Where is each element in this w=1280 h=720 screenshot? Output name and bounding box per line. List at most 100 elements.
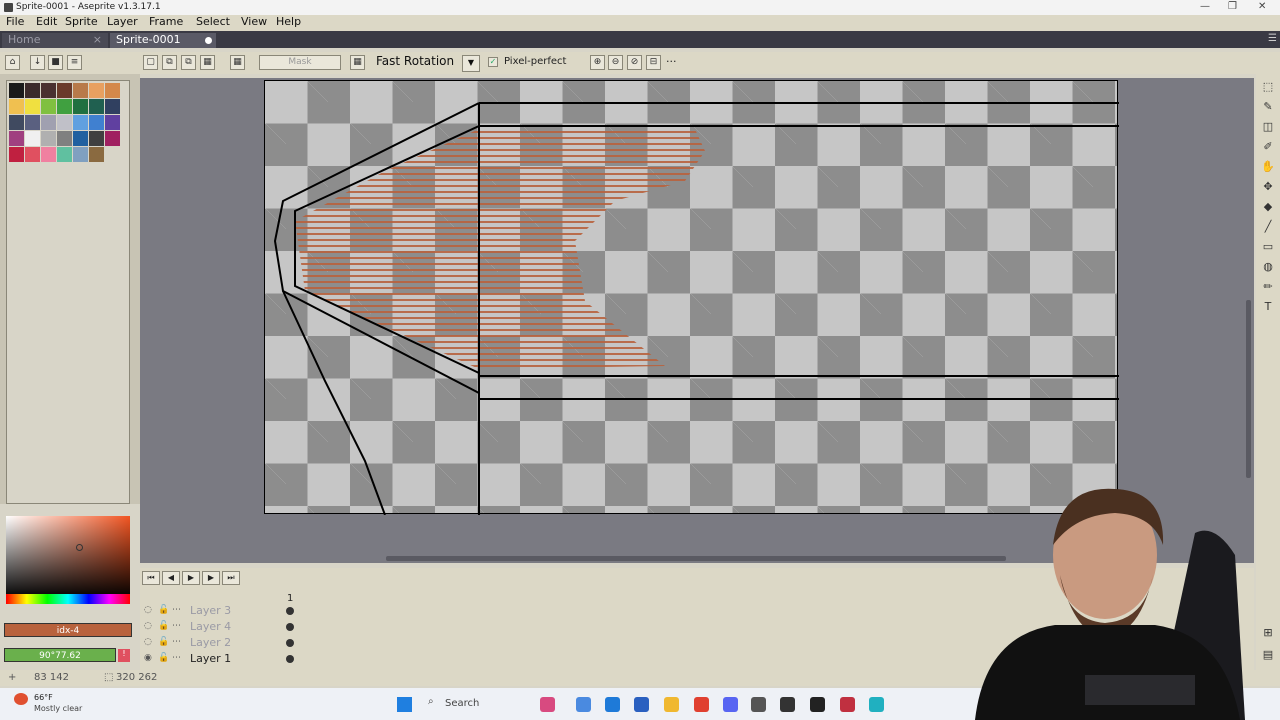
palette-swatch[interactable] [9, 83, 24, 98]
menu-frame[interactable]: Frame [149, 15, 183, 28]
edge-icon[interactable] [605, 697, 620, 712]
close-tab-icon[interactable]: × [93, 33, 102, 46]
palette-swatch[interactable] [73, 99, 88, 114]
previous-frame-icon[interactable]: ◀ [162, 571, 180, 585]
continuous-icon[interactable]: ⋯ [172, 637, 181, 647]
vertical-scrollbar[interactable] [1246, 300, 1251, 478]
palette-swatch[interactable] [25, 147, 40, 162]
pixel-perfect-checkbox[interactable]: ✓ [488, 57, 498, 67]
start-icon[interactable] [397, 697, 412, 712]
palette-swatch[interactable] [41, 99, 56, 114]
weather-icon[interactable] [14, 693, 28, 705]
palette-swatch[interactable] [25, 131, 40, 146]
palette-swatch[interactable] [41, 131, 56, 146]
palette-swatch[interactable] [105, 131, 120, 146]
lock-icon[interactable]: 🔓 [158, 605, 169, 615]
palette-swatch[interactable] [41, 83, 56, 98]
palette-swatch[interactable] [73, 131, 88, 146]
layer-row[interactable]: ◌ 🔓 ⋯ Layer 2 [140, 635, 300, 651]
options-icon[interactable]: ⊟ [646, 55, 661, 70]
search-box[interactable]: ⌕ Search [424, 694, 524, 714]
background-color[interactable]: 90°77.62 [4, 648, 116, 662]
line-tool-icon[interactable]: ╱ [1260, 220, 1276, 236]
palette-swatch[interactable] [25, 83, 40, 98]
palette-swatch[interactable] [105, 83, 120, 98]
continuous-icon[interactable]: ⋯ [172, 605, 181, 615]
menu-edit[interactable]: Edit [36, 15, 57, 28]
palette-swatch[interactable] [57, 147, 72, 162]
menu-file[interactable]: File [6, 15, 24, 28]
palette-swatch[interactable] [41, 115, 56, 130]
fill-tool-icon[interactable]: ◆ [1260, 200, 1276, 216]
continuous-icon[interactable]: ⋯ [172, 653, 181, 663]
warning-icon[interactable]: ! [118, 649, 130, 662]
visibility-eye-icon[interactable]: ◉ [144, 653, 152, 663]
layer-row[interactable]: ◌ 🔓 ⋯ Layer 3 [140, 603, 300, 619]
hue-slider[interactable] [6, 594, 130, 604]
palette-swatch[interactable] [57, 115, 72, 130]
visibility-eye-icon[interactable]: ◌ [144, 621, 152, 631]
continuous-icon[interactable]: ⋯ [172, 621, 181, 631]
palette-swatch[interactable] [25, 115, 40, 130]
palette-swatch[interactable] [89, 131, 104, 146]
more-icon[interactable]: ··· [666, 55, 677, 68]
chevron-down-icon[interactable]: ▼ [462, 55, 480, 72]
cel-dot[interactable] [286, 639, 294, 647]
chrome-icon[interactable] [694, 697, 709, 712]
grid-icon[interactable]: ▦ [350, 55, 365, 70]
lock-icon[interactable]: 🔓 [158, 621, 169, 631]
palette-swatch[interactable] [9, 115, 24, 130]
menu-help[interactable]: Help [276, 15, 301, 28]
palette-swatch[interactable] [105, 99, 120, 114]
smudge-tool-icon[interactable]: ✏ [1260, 280, 1276, 296]
horizontal-scrollbar[interactable] [386, 556, 1006, 561]
marquee-tool-icon[interactable]: ⬚ [1260, 80, 1276, 96]
hand-tool-icon[interactable]: ✋ [1260, 160, 1276, 176]
tab-sprite[interactable]: Sprite-0001 [110, 33, 216, 48]
lock-icon[interactable]: ⌂ [5, 55, 20, 70]
layer-row[interactable]: ◉ 🔓 ⋯ Layer 1 [140, 651, 300, 667]
obs-icon[interactable] [780, 697, 795, 712]
minimize-button[interactable]: — [1200, 1, 1210, 12]
palette-swatch[interactable] [57, 99, 72, 114]
rectangle-tool-icon[interactable]: ▭ [1260, 240, 1276, 256]
last-frame-icon[interactable]: ⏭ [222, 571, 240, 585]
eyedropper-tool-icon[interactable]: ✐ [1260, 140, 1276, 156]
widgets-icon[interactable] [540, 697, 555, 712]
visibility-eye-icon[interactable]: ◌ [144, 605, 152, 615]
transparent-color-icon[interactable]: ▦ [230, 55, 245, 70]
palette-swatch[interactable] [57, 131, 72, 146]
menu-view[interactable]: View [241, 15, 267, 28]
steam-icon[interactable] [751, 697, 766, 712]
cel-dot[interactable] [286, 655, 294, 663]
selection-subtract-icon[interactable]: ⧉ [181, 55, 196, 70]
flip-icon[interactable]: ⊘ [627, 55, 642, 70]
app-icon-2[interactable] [840, 697, 855, 712]
color-spectrum[interactable] [6, 516, 130, 598]
selection-add-icon[interactable]: ⧉ [162, 55, 177, 70]
eraser-tool-icon[interactable]: ◫ [1260, 120, 1276, 136]
tab-menu-icon[interactable]: ☰ [1268, 33, 1277, 44]
palette-swatch[interactable] [73, 115, 88, 130]
palette-swatch[interactable] [73, 147, 88, 162]
palette-swatch[interactable] [89, 115, 104, 130]
store-icon[interactable] [634, 697, 649, 712]
cel-dot[interactable] [286, 623, 294, 631]
palette-swatch[interactable] [89, 99, 104, 114]
copilot-icon[interactable] [576, 697, 591, 712]
visibility-eye-icon[interactable]: ◌ [144, 637, 152, 647]
menu-layer[interactable]: Layer [107, 15, 138, 28]
foreground-color[interactable]: idx-4 [4, 623, 132, 637]
palette-swatch[interactable] [57, 83, 72, 98]
selection-replace-icon[interactable]: ▢ [143, 55, 158, 70]
selection-intersect-icon[interactable]: ▦ [200, 55, 215, 70]
lock-icon[interactable]: 🔓 [158, 637, 169, 647]
stop-icon[interactable]: ■ [48, 55, 63, 70]
pencil-tool-icon[interactable]: ✎ [1260, 100, 1276, 116]
palette-swatch[interactable] [41, 147, 56, 162]
text-tool-icon[interactable]: T [1260, 300, 1276, 316]
palette-swatch[interactable] [25, 99, 40, 114]
symmetry-icon[interactable]: ⊖ [608, 55, 623, 70]
palette-swatch[interactable] [9, 131, 24, 146]
cel-dot[interactable] [286, 607, 294, 615]
